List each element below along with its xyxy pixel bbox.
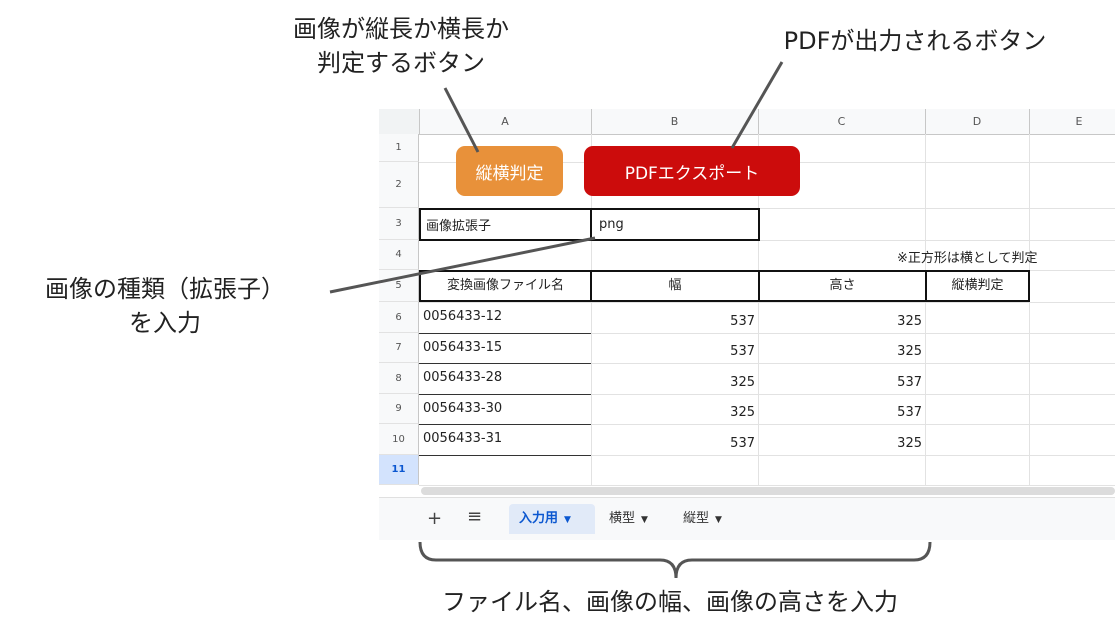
column-header-d[interactable]: D bbox=[925, 109, 1030, 134]
filename-border bbox=[419, 333, 591, 334]
annotation-orientation-line2: 判定するボタン bbox=[317, 49, 485, 77]
extension-value: png bbox=[599, 217, 624, 232]
add-sheet-icon[interactable]: + bbox=[427, 508, 442, 529]
row-width[interactable]: 537 bbox=[591, 314, 755, 329]
square-note: ※正方形は横として判定 bbox=[897, 251, 1038, 266]
row-width[interactable]: 325 bbox=[591, 375, 755, 390]
sheet-tab-bar: + ≡ 入力用 ▼ 横型 ▼ 縦型 ▼ bbox=[379, 497, 1115, 540]
row-filename[interactable]: 0056433-28 bbox=[423, 370, 502, 385]
row-header-8[interactable]: 8 bbox=[379, 363, 419, 394]
pdf-export-button[interactable]: PDFエクスポート bbox=[584, 146, 800, 196]
spreadsheet: A B C D E 1 2 3 4 5 6 7 8 9 10 11 縦横判定 P… bbox=[379, 109, 1115, 540]
column-header-a[interactable]: A bbox=[419, 109, 592, 134]
row-height[interactable]: 325 bbox=[758, 344, 922, 359]
row-header-9[interactable]: 9 bbox=[379, 394, 419, 424]
row-height[interactable]: 537 bbox=[758, 375, 922, 390]
row-header-10[interactable]: 10 bbox=[379, 424, 419, 455]
select-all-corner[interactable] bbox=[379, 109, 420, 134]
header-height-label: 高さ bbox=[829, 278, 856, 293]
chevron-down-icon: ▼ bbox=[564, 515, 571, 525]
row-header-7[interactable]: 7 bbox=[379, 333, 419, 363]
header-filename[interactable]: 変換画像ファイル名 bbox=[419, 270, 592, 302]
all-sheets-menu-icon[interactable]: ≡ bbox=[467, 506, 482, 527]
annotation-orientation-button: 画像が縦長か横長か 判定するボタン bbox=[262, 12, 540, 80]
row-header-3[interactable]: 3 bbox=[379, 208, 419, 240]
row-filename[interactable]: 0056433-15 bbox=[423, 340, 502, 355]
row-width[interactable]: 325 bbox=[591, 405, 755, 420]
row-height[interactable]: 325 bbox=[758, 436, 922, 451]
row-header-1[interactable]: 1 bbox=[379, 134, 419, 162]
tab-landscape[interactable]: 横型 ▼ bbox=[599, 504, 675, 534]
annotation-extension-line2: を入力 bbox=[129, 309, 201, 337]
row-header-6[interactable]: 6 bbox=[379, 302, 419, 333]
header-width[interactable]: 幅 bbox=[590, 270, 760, 302]
column-header-b[interactable]: B bbox=[591, 109, 759, 134]
row-height[interactable]: 325 bbox=[758, 314, 922, 329]
filename-border bbox=[419, 394, 591, 395]
gridline bbox=[419, 485, 1115, 486]
row-height[interactable]: 537 bbox=[758, 405, 922, 420]
gridline bbox=[419, 302, 1115, 303]
tab-input[interactable]: 入力用 ▼ bbox=[509, 504, 595, 534]
gridline bbox=[1029, 134, 1030, 485]
filename-border bbox=[419, 455, 591, 456]
header-filename-label: 変換画像ファイル名 bbox=[446, 278, 564, 293]
annotation-orientation-line1: 画像が縦長か横長か bbox=[293, 15, 509, 43]
filename-border bbox=[419, 424, 591, 425]
annotation-extension: 画像の種類（拡張子） を入力 bbox=[0, 272, 330, 340]
extension-value-cell[interactable]: png bbox=[590, 208, 760, 241]
column-header-e[interactable]: E bbox=[1029, 109, 1115, 134]
tab-portrait-label: 縦型 bbox=[683, 511, 710, 526]
annotation-pdf-button: PDFが出力されるボタン bbox=[783, 27, 1047, 55]
header-height[interactable]: 高さ bbox=[758, 270, 927, 302]
row-filename[interactable]: 0056433-30 bbox=[423, 401, 502, 416]
row-width[interactable]: 537 bbox=[591, 344, 755, 359]
header-width-label: 幅 bbox=[668, 278, 682, 293]
header-orientation-label: 縦横判定 bbox=[951, 278, 1004, 293]
annotation-bottom: ファイル名、画像の幅、画像の高さを入力 bbox=[442, 588, 898, 616]
tab-landscape-label: 横型 bbox=[609, 511, 636, 526]
extension-label-cell[interactable]: 画像拡張子 bbox=[419, 208, 592, 241]
row-header-2[interactable]: 2 bbox=[379, 162, 419, 208]
tab-input-label: 入力用 bbox=[519, 511, 559, 526]
header-orientation[interactable]: 縦横判定 bbox=[925, 270, 1030, 302]
row-width[interactable]: 537 bbox=[591, 436, 755, 451]
tab-portrait[interactable]: 縦型 ▼ bbox=[673, 504, 749, 534]
annotation-extension-line1: 画像の種類（拡張子） bbox=[45, 275, 285, 303]
filename-border bbox=[419, 363, 591, 364]
row-filename[interactable]: 0056433-12 bbox=[423, 309, 502, 324]
row-header-5[interactable]: 5 bbox=[379, 270, 419, 302]
row-header-11[interactable]: 11 bbox=[379, 455, 419, 485]
orientation-check-button[interactable]: 縦横判定 bbox=[456, 146, 563, 196]
gridline bbox=[925, 134, 926, 485]
extension-label: 画像拡張子 bbox=[426, 219, 492, 234]
row-filename[interactable]: 0056433-31 bbox=[423, 431, 502, 446]
brace-bottom bbox=[418, 541, 932, 579]
horizontal-scrollbar[interactable] bbox=[421, 487, 1115, 495]
column-header-row: A B C D E bbox=[379, 109, 1115, 135]
column-header-c[interactable]: C bbox=[758, 109, 926, 134]
chevron-down-icon: ▼ bbox=[715, 515, 722, 525]
row-header-4[interactable]: 4 bbox=[379, 240, 419, 270]
chevron-down-icon: ▼ bbox=[641, 515, 648, 525]
